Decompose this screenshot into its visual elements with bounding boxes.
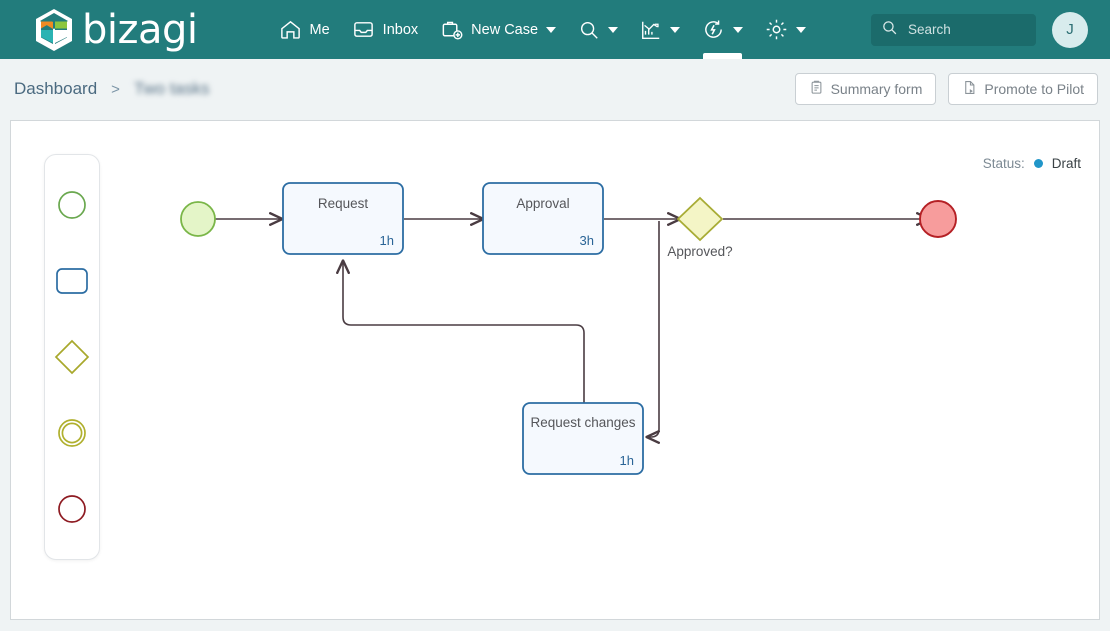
- node-start-event[interactable]: [180, 201, 216, 237]
- nav-item-automation[interactable]: [691, 0, 754, 59]
- chevron-down-icon: [546, 26, 557, 33]
- document-promote-icon: [962, 80, 977, 98]
- chevron-down-icon: [670, 26, 681, 33]
- briefcase-plus-icon: [440, 18, 463, 41]
- clipboard-form-icon: [809, 80, 824, 98]
- gateway-approved-label: Approved?: [667, 244, 732, 259]
- task-approval-label: Approval: [516, 196, 569, 211]
- node-gateway-approved[interactable]: Approved?: [667, 196, 733, 259]
- chevron-down-icon: [796, 26, 807, 33]
- brand-logo[interactable]: bizagi: [34, 8, 198, 52]
- top-navigation-bar: bizagi Me Inbox New Case Search J: [0, 0, 1110, 59]
- chevron-down-icon: [608, 26, 619, 33]
- breadcrumb-item-dashboard[interactable]: Dashboard: [14, 79, 97, 99]
- nav-item-me[interactable]: Me: [268, 0, 341, 59]
- gear-icon: [765, 18, 788, 41]
- search-box[interactable]: [871, 13, 1036, 46]
- breadcrumb-separator-icon: >: [111, 80, 120, 98]
- breadcrumb-item-current: Two tasks: [133, 79, 210, 98]
- promote-to-pilot-button[interactable]: Promote to Pilot: [948, 73, 1098, 105]
- task-request-label: Request: [318, 196, 369, 211]
- bpmn-process-diagram[interactable]: Request 1h Approval 3h Approved? Request…: [11, 121, 1099, 619]
- task-request-changes-label: Request changes: [530, 415, 635, 430]
- flow-request-changes-to-request[interactable]: [343, 261, 585, 405]
- chevron-down-icon: [733, 26, 744, 33]
- nav-item-me-label: Me: [309, 21, 330, 38]
- nav-item-search-menu[interactable]: [567, 0, 629, 59]
- automation-refresh-icon: [702, 18, 725, 41]
- node-end-event[interactable]: [919, 200, 957, 238]
- nav-item-inbox[interactable]: Inbox: [341, 0, 429, 59]
- task-request-duration: 1h: [380, 233, 394, 248]
- summary-form-label: Summary form: [830, 81, 923, 97]
- search-icon: [578, 19, 600, 41]
- task-approval-duration: 3h: [580, 233, 594, 248]
- nav-item-inbox-label: Inbox: [382, 21, 419, 38]
- nav-item-analytics[interactable]: [629, 0, 691, 59]
- process-diagram-canvas[interactable]: Status: Draft Request 1h Approval 3h App…: [10, 120, 1100, 620]
- nav-item-new-case[interactable]: New Case: [429, 0, 567, 59]
- node-task-request[interactable]: Request 1h: [282, 182, 404, 255]
- flow-gateway-to-request-changes[interactable]: [647, 221, 660, 437]
- nav-item-settings[interactable]: [754, 0, 817, 59]
- breadcrumb: Dashboard > Two tasks: [14, 79, 210, 99]
- inbox-icon: [352, 18, 375, 41]
- nav-item-new-case-label: New Case: [471, 21, 539, 38]
- node-task-approval[interactable]: Approval 3h: [482, 182, 604, 255]
- home-icon: [279, 18, 302, 41]
- breadcrumb-action-bar: Dashboard > Two tasks Summary form Promo…: [0, 59, 1110, 119]
- brand-name: bizagi: [82, 6, 198, 53]
- avatar[interactable]: J: [1052, 11, 1088, 48]
- summary-form-button[interactable]: Summary form: [794, 73, 937, 105]
- task-request-changes-duration: 1h: [620, 453, 634, 468]
- avatar-initial: J: [1066, 21, 1074, 38]
- node-task-request-changes[interactable]: Request changes 1h: [522, 402, 644, 475]
- promote-to-pilot-label: Promote to Pilot: [984, 81, 1084, 97]
- search-icon: [881, 19, 898, 41]
- analytics-chart-icon: [640, 19, 662, 41]
- bizagi-hexagon-logo-icon: [36, 8, 72, 51]
- search-input[interactable]: [906, 21, 1026, 38]
